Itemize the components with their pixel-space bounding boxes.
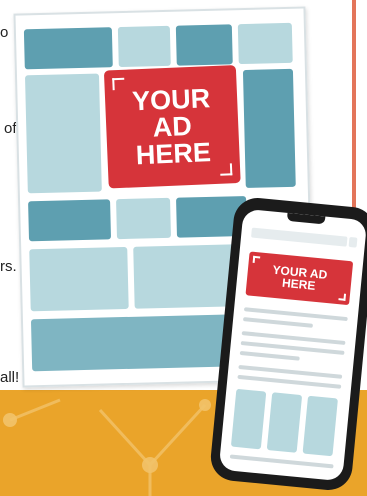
smartphone: YOUR AD HERE <box>208 195 367 493</box>
text-fragment: o <box>0 24 9 41</box>
layout-block <box>302 395 338 457</box>
layout-block <box>175 24 233 66</box>
content-line <box>239 350 300 361</box>
content-line <box>229 454 334 469</box>
corner-bracket-icon <box>252 255 261 264</box>
ad-illustration: o of rs. all! YOUR AD HERE YOUR AD HERE <box>0 0 367 496</box>
layout-block <box>242 68 296 188</box>
phone-address-bar <box>251 227 348 247</box>
phone-menu-icon <box>348 236 358 248</box>
corner-bracket-icon <box>219 163 233 176</box>
corner-bracket-icon <box>112 77 125 91</box>
layout-block <box>230 388 267 450</box>
corner-bracket-icon <box>338 293 347 301</box>
layout-block <box>116 197 171 240</box>
layout-block <box>237 22 293 65</box>
layout-block <box>30 314 243 372</box>
text-fragment: rs. <box>0 258 17 275</box>
layout-block <box>117 25 171 68</box>
ad-placeholder-phone: YOUR AD HERE <box>245 251 354 306</box>
phone-notch <box>286 212 326 225</box>
ad-placeholder-main: YOUR AD HERE <box>103 65 241 189</box>
content-line <box>242 317 314 328</box>
text-fragment: of <box>4 120 17 137</box>
text-fragment: all! <box>0 369 20 386</box>
layout-block <box>23 27 113 70</box>
layout-block <box>133 244 237 309</box>
layout-block <box>29 246 129 312</box>
layout-block <box>28 199 112 242</box>
layout-block <box>266 392 303 453</box>
phone-screen: YOUR AD HERE <box>218 208 367 482</box>
layout-block <box>24 73 102 194</box>
